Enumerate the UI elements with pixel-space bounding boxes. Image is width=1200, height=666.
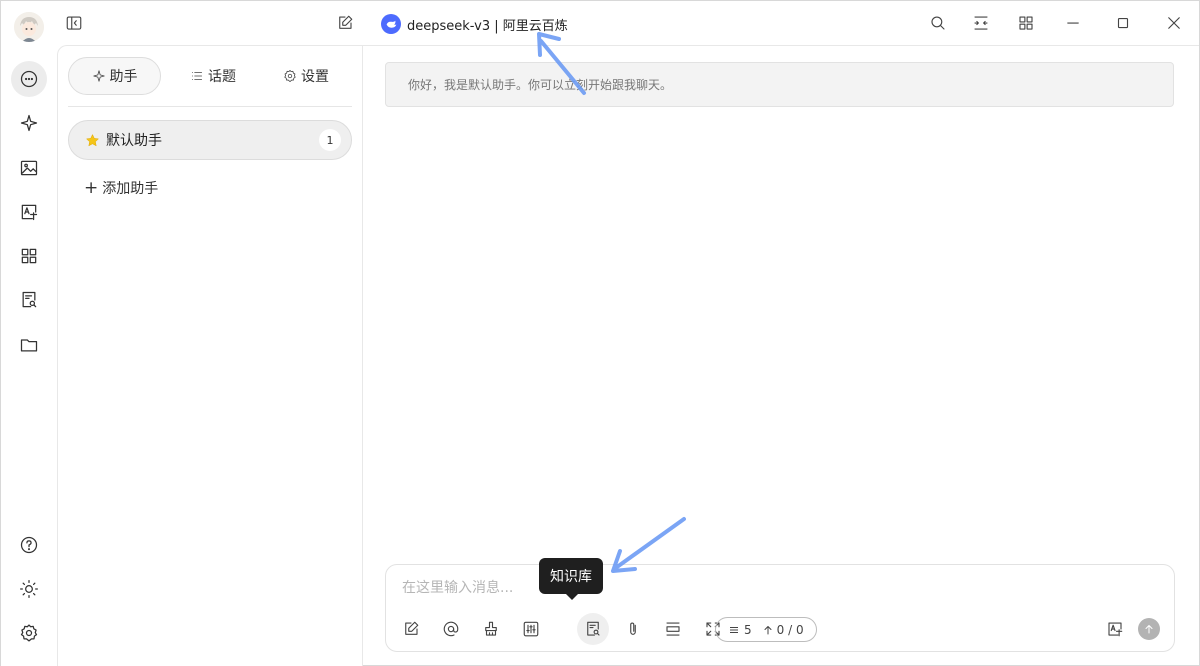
add-assistant-label: 添加助手: [102, 181, 159, 197]
attachment-icon[interactable]: [617, 613, 649, 645]
gear-icon[interactable]: [11, 615, 47, 651]
welcome-message: 你好，我是默认助手。你可以立刻开始跟我聊天。: [385, 62, 1174, 107]
context-token-pill[interactable]: 5 0 / 0: [715, 617, 817, 642]
user-avatar-icon[interactable]: [14, 12, 44, 42]
list-icon: [191, 72, 203, 80]
settings-sliders-icon[interactable]: [515, 613, 547, 645]
topic-count-badge: 1: [319, 129, 341, 151]
apps-grid-icon[interactable]: [11, 238, 47, 274]
knowledge-base-icon[interactable]: [577, 613, 609, 645]
new-topic-icon[interactable]: [395, 613, 427, 645]
sparkle-icon: [92, 70, 105, 82]
nav-rail: [1, 1, 57, 666]
message-input[interactable]: 在这里输入消息...: [402, 577, 513, 597]
tab-label: 设置: [301, 69, 329, 85]
message-composer: 在这里输入消息... 5 0 / 0: [385, 564, 1175, 652]
maximize-icon[interactable]: [1109, 9, 1137, 37]
tab-label: 话题: [208, 69, 236, 85]
translate-icon[interactable]: [1099, 613, 1131, 645]
plus-icon: +: [84, 177, 99, 198]
assistants-panel: 助手 话题 设置 默认助手 1 + 添加助手: [57, 45, 363, 666]
tab-topics[interactable]: 话题: [178, 57, 248, 95]
sidebar-toggle-icon[interactable]: [60, 9, 88, 37]
composer-toolbar: 5 0 / 0: [386, 607, 1174, 651]
close-icon[interactable]: [1160, 9, 1188, 37]
model-selector[interactable]: deepseek-v3 | 阿里云百炼: [381, 13, 568, 35]
arrow-up-icon: [1145, 625, 1153, 634]
model-name: deepseek-v3 | 阿里云百炼: [407, 18, 568, 34]
sparkle-icon[interactable]: [11, 105, 47, 141]
translate-icon[interactable]: [11, 194, 47, 230]
context-count: 5: [728, 623, 752, 637]
tab-assistants[interactable]: 助手: [68, 57, 161, 95]
sun-icon[interactable]: [11, 571, 47, 607]
deepseek-logo-icon: [381, 14, 401, 34]
image-icon[interactable]: [11, 150, 47, 186]
tab-settings[interactable]: 设置: [271, 57, 341, 95]
assistant-name: 默认助手: [106, 133, 162, 149]
add-assistant-button[interactable]: + 添加助手: [84, 178, 158, 198]
star-icon: [85, 133, 100, 146]
chat-area: 你好，我是默认助手。你可以立刻开始跟我聊天。 在这里输入消息... 5 0 / …: [363, 45, 1199, 665]
help-circle-icon[interactable]: [11, 527, 47, 563]
expand-lines-icon[interactable]: [657, 613, 689, 645]
tab-label: 助手: [109, 69, 138, 85]
knowledge-base-tooltip: 知识库: [539, 558, 603, 600]
clear-brush-icon[interactable]: [475, 613, 507, 645]
folder-icon[interactable]: [11, 327, 47, 363]
narrow-mode-icon[interactable]: [967, 9, 995, 37]
knowledge-base-icon[interactable]: [11, 282, 47, 318]
search-icon[interactable]: [924, 9, 952, 37]
context-count-value: 5: [744, 622, 752, 637]
app-window: deepseek-v3 | 阿里云百炼 助手 话题 设置 默认助手 1 + 添加…: [0, 0, 1200, 666]
mention-icon[interactable]: [435, 613, 467, 645]
send-button[interactable]: [1138, 618, 1160, 640]
top-bar: deepseek-v3 | 阿里云百炼: [57, 1, 1199, 45]
lines-icon: [730, 626, 738, 633]
gear-icon: [284, 70, 296, 82]
chat-bubble-icon[interactable]: [11, 61, 47, 97]
minimize-icon[interactable]: [1059, 9, 1087, 37]
token-count-value: 0 / 0: [776, 622, 804, 637]
panel-tabs: 助手 话题 设置: [68, 57, 352, 95]
token-count: 0 / 0: [762, 623, 804, 637]
assistant-item-default[interactable]: 默认助手 1: [68, 120, 352, 160]
panel-divider: [68, 106, 352, 107]
new-topic-icon[interactable]: [331, 9, 359, 37]
layout-grid-icon[interactable]: [1012, 9, 1040, 37]
arrow-up-icon: [764, 625, 772, 634]
